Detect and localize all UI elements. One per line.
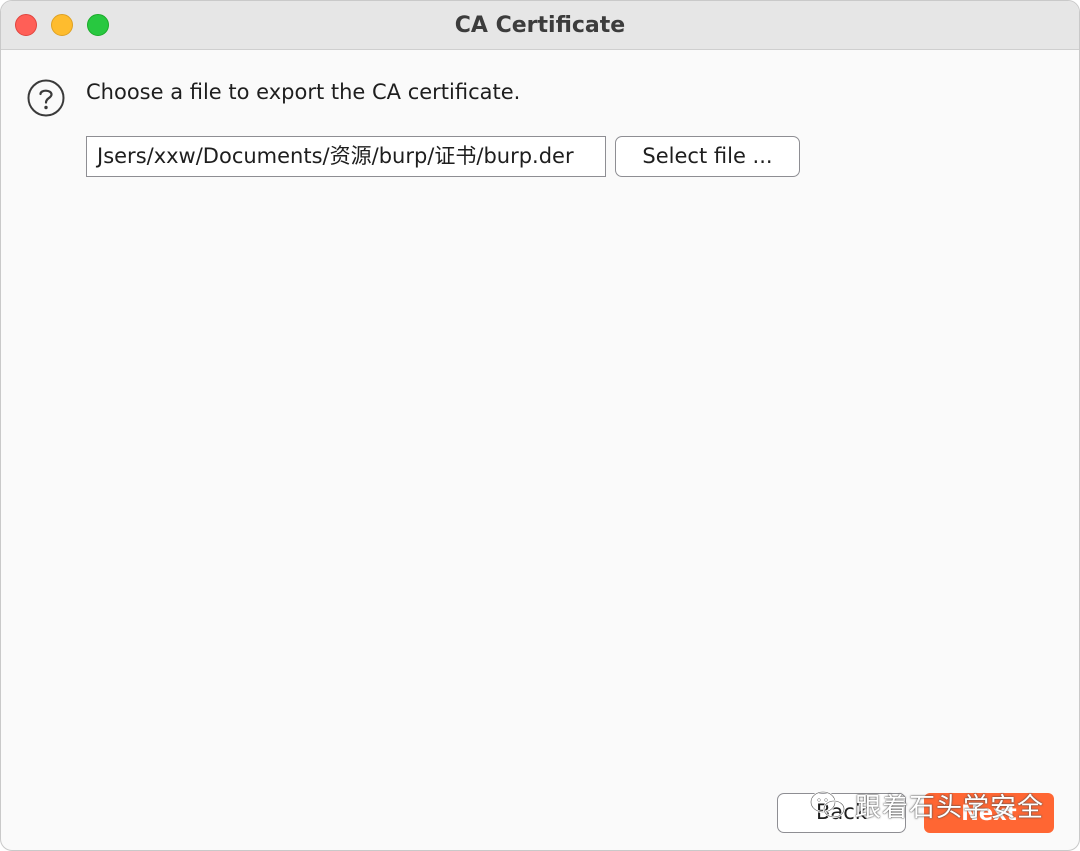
file-path-field[interactable]: Jsers/xxw/Documents/资源/burp/证书/burp.der <box>86 136 606 177</box>
ca-certificate-window: CA Certificate Choose a file to export t… <box>0 0 1080 851</box>
select-file-button[interactable]: Select file ... <box>615 136 800 177</box>
back-button[interactable]: Back <box>777 793 906 833</box>
prompt-text: Choose a file to export the CA certifica… <box>86 80 521 104</box>
title-bar[interactable]: CA Certificate <box>1 1 1079 50</box>
next-button[interactable]: Next <box>924 793 1054 833</box>
window-title: CA Certificate <box>454 13 626 38</box>
question-circle-icon <box>27 79 65 117</box>
